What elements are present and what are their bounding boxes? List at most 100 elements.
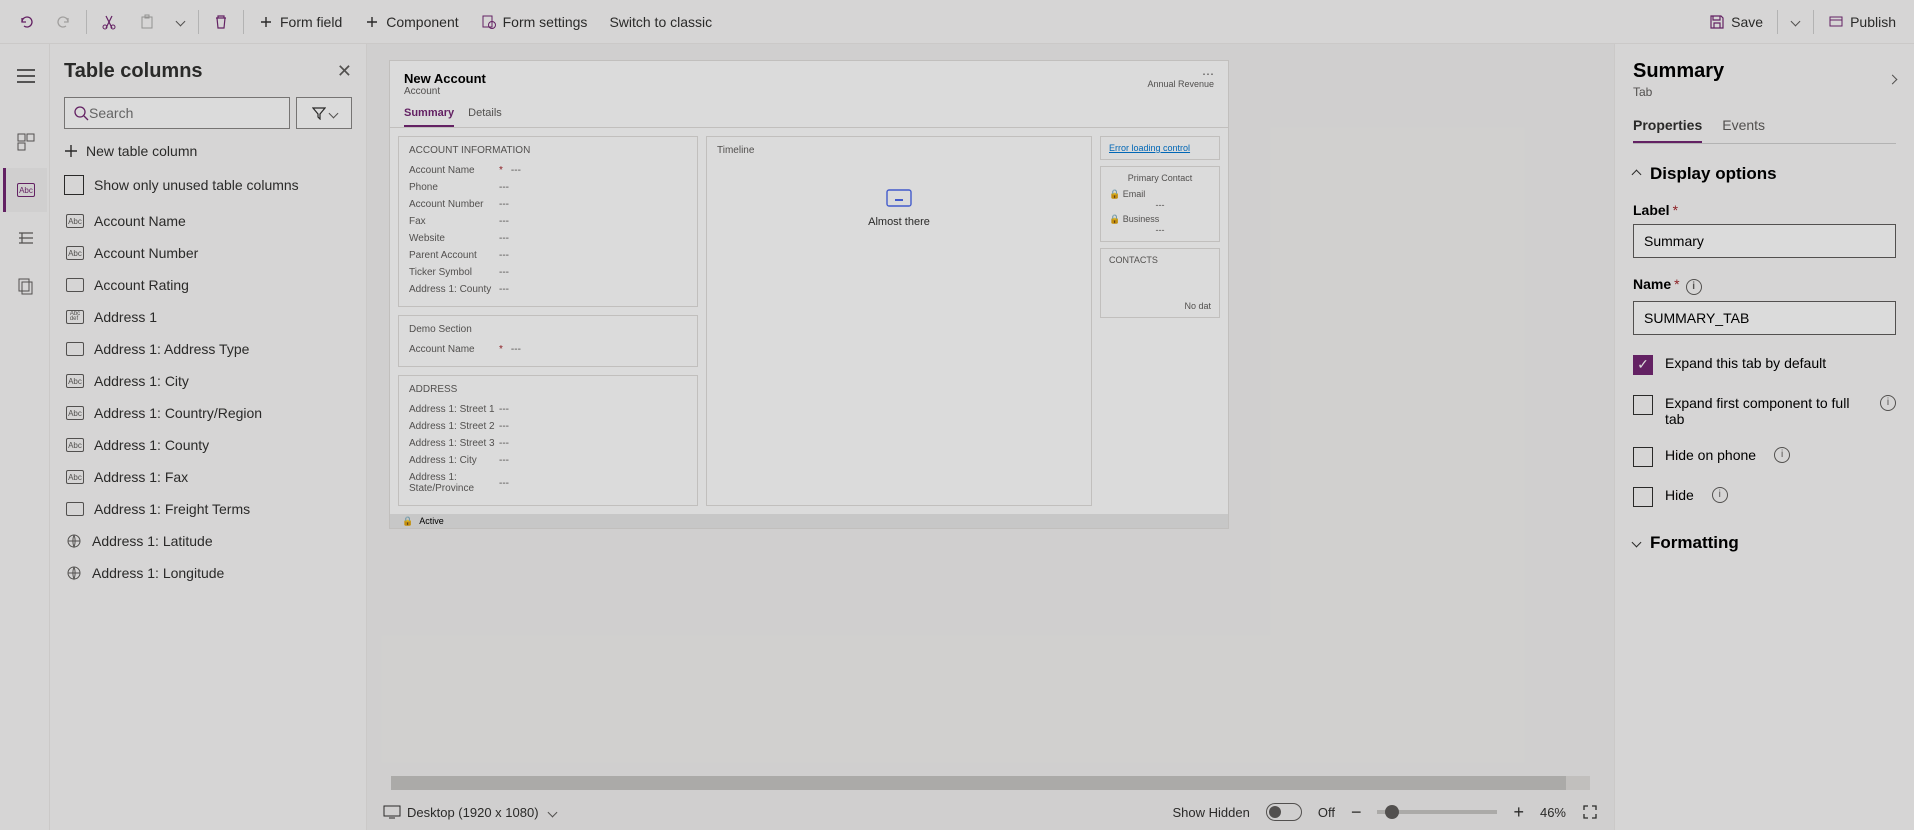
tab-events[interactable]: Events — [1722, 117, 1765, 143]
search-input[interactable] — [89, 105, 281, 121]
hide-label: Hide — [1665, 487, 1694, 503]
show-hidden-label: Show Hidden — [1173, 805, 1250, 820]
tab-details[interactable]: Details — [468, 107, 502, 127]
hide-checkbox[interactable] — [1633, 487, 1653, 507]
zoom-out-button[interactable]: − — [1351, 802, 1362, 823]
label-input[interactable] — [1633, 224, 1896, 258]
save-button[interactable]: Save — [1701, 10, 1771, 34]
rail-hamburger[interactable] — [3, 54, 47, 98]
rail-tree[interactable] — [3, 216, 47, 260]
undo-button[interactable] — [10, 10, 42, 34]
paste-dropdown[interactable] — [169, 14, 192, 29]
cut-button[interactable] — [93, 10, 125, 34]
tab-properties[interactable]: Properties — [1633, 117, 1702, 143]
form-settings-button[interactable]: Form settings — [473, 10, 596, 34]
top-toolbar: Form field Component Form settings Switc… — [0, 0, 1914, 44]
info-icon[interactable]: i — [1712, 487, 1728, 503]
form-field[interactable]: Fax--- — [409, 213, 687, 230]
column-item[interactable]: AbcAddress 1: City — [64, 365, 352, 397]
form-status-bar: 🔒Active — [390, 514, 1228, 528]
desktop-icon — [383, 805, 401, 819]
column-item[interactable]: Address 1: Longitude — [64, 557, 352, 589]
form-field[interactable]: Account Name*--- — [409, 162, 687, 179]
publish-button[interactable]: Publish — [1820, 10, 1904, 34]
switch-to-classic-button[interactable]: Switch to classic — [601, 10, 720, 34]
hide-phone-checkbox[interactable] — [1633, 447, 1653, 467]
section-account-info[interactable]: ACCOUNT INFORMATION Account Name*---Phon… — [398, 136, 698, 307]
form-field[interactable]: Address 1: Street 1--- — [409, 401, 687, 418]
collapse-panel-icon[interactable] — [1888, 75, 1898, 85]
section-address[interactable]: ADDRESS Address 1: Street 1---Address 1:… — [398, 375, 698, 506]
filter-button[interactable] — [296, 97, 352, 129]
zoom-in-button[interactable]: + — [1513, 802, 1524, 823]
rail-form-libraries[interactable] — [3, 264, 47, 308]
name-input[interactable] — [1633, 301, 1896, 335]
horizontal-scrollbar[interactable] — [379, 772, 1602, 790]
column-item[interactable]: AbcdefAddress 1 — [64, 301, 352, 333]
zoom-slider[interactable] — [1377, 810, 1497, 814]
rail-table-columns[interactable]: Abc — [3, 168, 47, 212]
show-hidden-toggle[interactable] — [1266, 803, 1302, 821]
form-preview[interactable]: New Account Account ⋯ Annual Revenue Sum… — [389, 60, 1229, 529]
column-item[interactable]: Address 1: Freight Terms — [64, 493, 352, 525]
add-form-field-button[interactable]: Form field — [250, 10, 350, 34]
zoom-value: 46% — [1540, 805, 1566, 820]
info-icon[interactable]: i — [1774, 447, 1790, 463]
error-card[interactable]: Error loading control — [1100, 136, 1220, 160]
tab-summary[interactable]: Summary — [404, 107, 454, 127]
device-selector[interactable]: Desktop (1920 x 1080) — [383, 805, 556, 820]
form-field[interactable]: Parent Account--- — [409, 247, 687, 264]
fit-to-screen-icon[interactable] — [1582, 804, 1598, 820]
close-icon[interactable]: ✕ — [337, 61, 352, 82]
formatting-header[interactable]: Formatting — [1633, 533, 1896, 553]
redo-button[interactable] — [48, 10, 80, 34]
display-options-header[interactable]: Display options — [1633, 164, 1896, 184]
form-entity: Account — [404, 86, 1214, 97]
form-field[interactable]: Address 1: State/Province--- — [409, 469, 687, 497]
column-item[interactable]: AbcAccount Number — [64, 237, 352, 269]
column-item[interactable]: Address 1: Latitude — [64, 525, 352, 557]
form-field[interactable]: Address 1: City--- — [409, 452, 687, 469]
form-field[interactable]: Address 1: County--- — [409, 281, 687, 298]
info-icon[interactable]: i — [1686, 279, 1702, 295]
column-item[interactable]: AbcAccount Name — [64, 205, 352, 237]
form-field[interactable]: Ticker Symbol--- — [409, 264, 687, 281]
timeline-icon — [885, 186, 913, 210]
canvas-bottom-controls: Desktop (1920 x 1080) Show Hidden Off − … — [367, 794, 1614, 830]
paste-button[interactable] — [131, 10, 163, 34]
show-unused-checkbox[interactable] — [64, 175, 84, 195]
columns-list: AbcAccount NameAbcAccount NumberAccount … — [64, 205, 352, 830]
delete-button[interactable] — [205, 10, 237, 34]
save-dropdown[interactable] — [1784, 14, 1807, 29]
expand-first-checkbox[interactable] — [1633, 395, 1653, 415]
info-icon[interactable]: i — [1880, 395, 1896, 411]
form-canvas: New Account Account ⋯ Annual Revenue Sum… — [367, 44, 1614, 830]
form-field[interactable]: Phone--- — [409, 179, 687, 196]
name-field-label: Name*i — [1633, 276, 1896, 295]
plus-icon — [64, 144, 78, 158]
search-icon — [73, 105, 89, 121]
show-unused-label: Show only unused table columns — [94, 177, 299, 193]
add-component-button[interactable]: Component — [356, 10, 466, 34]
column-item[interactable]: Account Rating — [64, 269, 352, 301]
search-box[interactable] — [64, 97, 290, 129]
contacts-card[interactable]: CONTACTS No dat — [1100, 248, 1220, 318]
form-field[interactable]: Address 1: Street 2--- — [409, 418, 687, 435]
timeline-section[interactable]: Timeline Almost there — [706, 136, 1092, 506]
new-table-column-button[interactable]: New table column — [64, 143, 352, 159]
primary-contact-card[interactable]: Primary Contact 🔒 Email --- 🔒 Business -… — [1100, 166, 1220, 242]
rp-title: Summary — [1633, 60, 1724, 83]
section-demo[interactable]: Demo Section Account Name*--- — [398, 315, 698, 367]
form-field[interactable]: Website--- — [409, 230, 687, 247]
column-item[interactable]: AbcAddress 1: Country/Region — [64, 397, 352, 429]
column-item[interactable]: AbcAddress 1: County — [64, 429, 352, 461]
form-title: New Account — [404, 71, 1214, 86]
column-item[interactable]: AbcAddress 1: Fax — [64, 461, 352, 493]
expand-default-checkbox[interactable]: ✓ — [1633, 355, 1653, 375]
form-field[interactable]: Address 1: Street 3--- — [409, 435, 687, 452]
form-field[interactable]: Account Number--- — [409, 196, 687, 213]
form-field[interactable]: Account Name*--- — [409, 341, 687, 358]
properties-panel: Summary Tab Properties Events Display op… — [1614, 44, 1914, 830]
rail-components[interactable] — [3, 120, 47, 164]
column-item[interactable]: Address 1: Address Type — [64, 333, 352, 365]
